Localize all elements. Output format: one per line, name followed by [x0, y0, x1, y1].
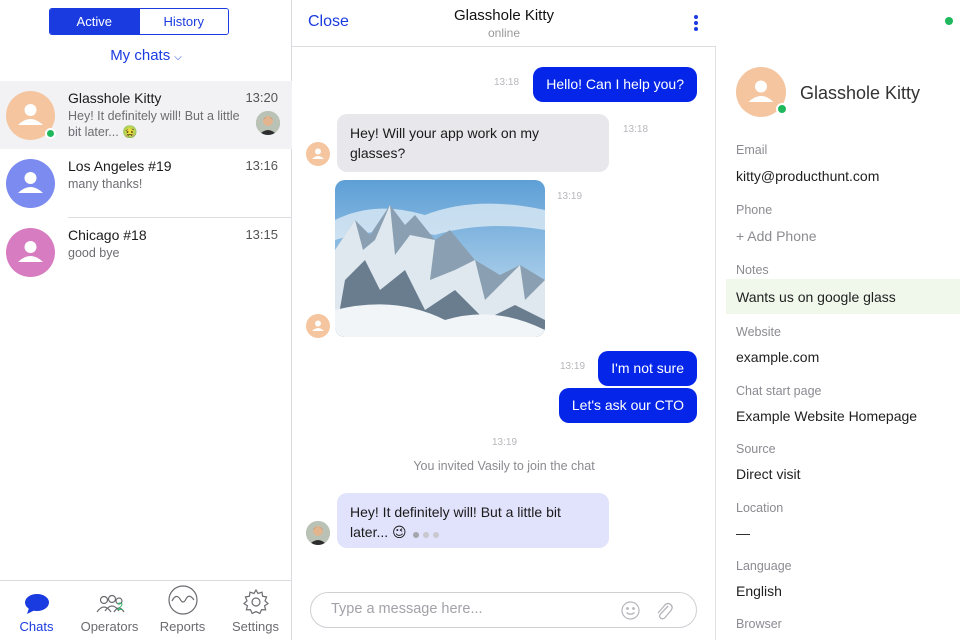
user-silhouette-icon [18, 172, 43, 193]
reports-icon [167, 585, 198, 615]
field-value: Example Website Homepage [736, 408, 918, 424]
field-value: Direct visit [736, 466, 801, 482]
message-time: 13:19 [492, 437, 518, 448]
online-indicator [776, 103, 788, 115]
operators-count-badge: 2 [117, 601, 124, 613]
field-value: — [736, 525, 750, 541]
tab-label: Settings [232, 619, 279, 634]
user-silhouette-icon [312, 320, 324, 331]
outgoing-message: Hello! Can I help you? [533, 67, 697, 102]
field-value[interactable]: kitty@producthunt.com [736, 168, 879, 184]
chat-name: Chicago #18 [68, 227, 147, 243]
bottom-tab-bar: Chats 2 Operators Reports Settings [0, 580, 292, 640]
field-label: Email [736, 143, 768, 157]
my-chats-dropdown[interactable]: My chats ⌵ [0, 47, 292, 64]
conversation-panel: Close Glasshole Kitty online 13:18 Hello… [292, 0, 716, 640]
conversation-header: Close Glasshole Kitty online [292, 0, 716, 47]
tab-label: Chats [19, 619, 54, 634]
field-label: Website [736, 325, 781, 339]
chat-name: Los Angeles #19 [68, 158, 172, 174]
user-silhouette-icon [18, 241, 43, 262]
outgoing-message: Let's ask our CTO [558, 388, 697, 423]
app-window: Active History My chats ⌵ Glasshole Kitty… [0, 0, 960, 640]
message-time: 13:19 [560, 361, 586, 372]
chat-list-item[interactable]: Chicago #18 13:15 good bye [0, 218, 292, 286]
incoming-message: Hey! It definitely will! But a little bi… [337, 493, 609, 548]
field-value: example.com [736, 349, 820, 365]
field-label: Notes [736, 263, 769, 277]
message-time: 13:18 [623, 124, 649, 135]
tab-operators[interactable]: 2 Operators [73, 581, 146, 640]
message-time: 13:18 [494, 77, 520, 88]
operator-face-icon [256, 111, 280, 135]
outgoing-message: I'm not sure [598, 351, 697, 386]
my-chats-label: My chats [110, 47, 171, 64]
typing-indicator [412, 523, 443, 543]
chat-bubble-icon [24, 594, 49, 614]
tab-settings[interactable]: Settings [219, 581, 292, 640]
message-composer [310, 592, 697, 628]
visitor-name: Glasshole Kitty [800, 83, 921, 103]
field-value: English [736, 583, 782, 599]
message-input[interactable] [331, 601, 601, 617]
visitor-details-panel: Glasshole Kitty Email kitty@producthunt.… [716, 0, 960, 640]
field-label: Language [736, 559, 792, 573]
tab-label: Reports [159, 619, 206, 634]
user-silhouette-icon [312, 148, 324, 159]
field-label: Browser [736, 617, 782, 631]
field-label: Phone [736, 203, 773, 217]
operator-avatar [256, 111, 280, 135]
chat-list-item[interactable]: Glasshole Kitty 13:20 Hey! It definitely… [0, 81, 292, 149]
chat-name: Glasshole Kitty [68, 90, 162, 106]
conversation-status: online [487, 26, 521, 40]
operator-face-icon [306, 521, 330, 545]
status-indicator [945, 17, 953, 25]
add-phone-button[interactable]: + Add Phone [736, 228, 817, 244]
message-time: 13:19 [557, 191, 583, 202]
visitor-avatar-large [736, 67, 788, 117]
chat-preview: Hey! It definitely will! But a little bi… [68, 109, 240, 139]
chat-time: 13:15 [245, 227, 278, 242]
message-text: Hey! It definitely will! But a little bi… [350, 504, 561, 540]
incoming-message: Hey! Will your app work on my glasses? [337, 114, 609, 172]
segment-history[interactable]: History [138, 9, 228, 34]
chat-list-item[interactable]: Los Angeles #19 13:16 many thanks! [0, 149, 292, 217]
system-message: You invited Vasily to join the chat [413, 459, 595, 473]
visitor-avatar [306, 314, 330, 338]
visitor-avatar [306, 142, 330, 166]
segment-active[interactable]: Active [50, 9, 139, 34]
tab-label: Operators [80, 619, 139, 634]
avatar [6, 228, 55, 277]
chat-time: 13:20 [245, 90, 278, 105]
gear-icon [242, 589, 269, 615]
notes-input[interactable]: Wants us on google glass [736, 289, 896, 305]
chat-preview: good bye [68, 246, 120, 260]
more-options-icon[interactable] [692, 15, 700, 33]
tab-reports[interactable]: Reports [146, 581, 219, 640]
field-label: Source [736, 442, 776, 456]
operator-avatar [306, 521, 330, 545]
chat-preview: many thanks! [68, 177, 143, 191]
online-indicator [45, 128, 56, 139]
tab-chats[interactable]: Chats [0, 581, 73, 640]
avatar [6, 159, 55, 208]
field-label: Chat start page [736, 384, 822, 398]
image-message[interactable] [335, 180, 545, 337]
field-label: Location [736, 501, 784, 515]
chat-time: 13:16 [245, 158, 278, 173]
chat-filter-segmented-control: Active History [49, 8, 229, 35]
emoji-icon[interactable] [621, 601, 640, 620]
attachment-icon[interactable] [654, 600, 674, 622]
chevron-down-icon: ⌵ [174, 52, 182, 63]
chat-list-panel: Active History My chats ⌵ Glasshole Kitty… [0, 0, 292, 640]
conversation-title: Glasshole Kitty [453, 7, 555, 24]
mountain-photo [335, 180, 545, 337]
